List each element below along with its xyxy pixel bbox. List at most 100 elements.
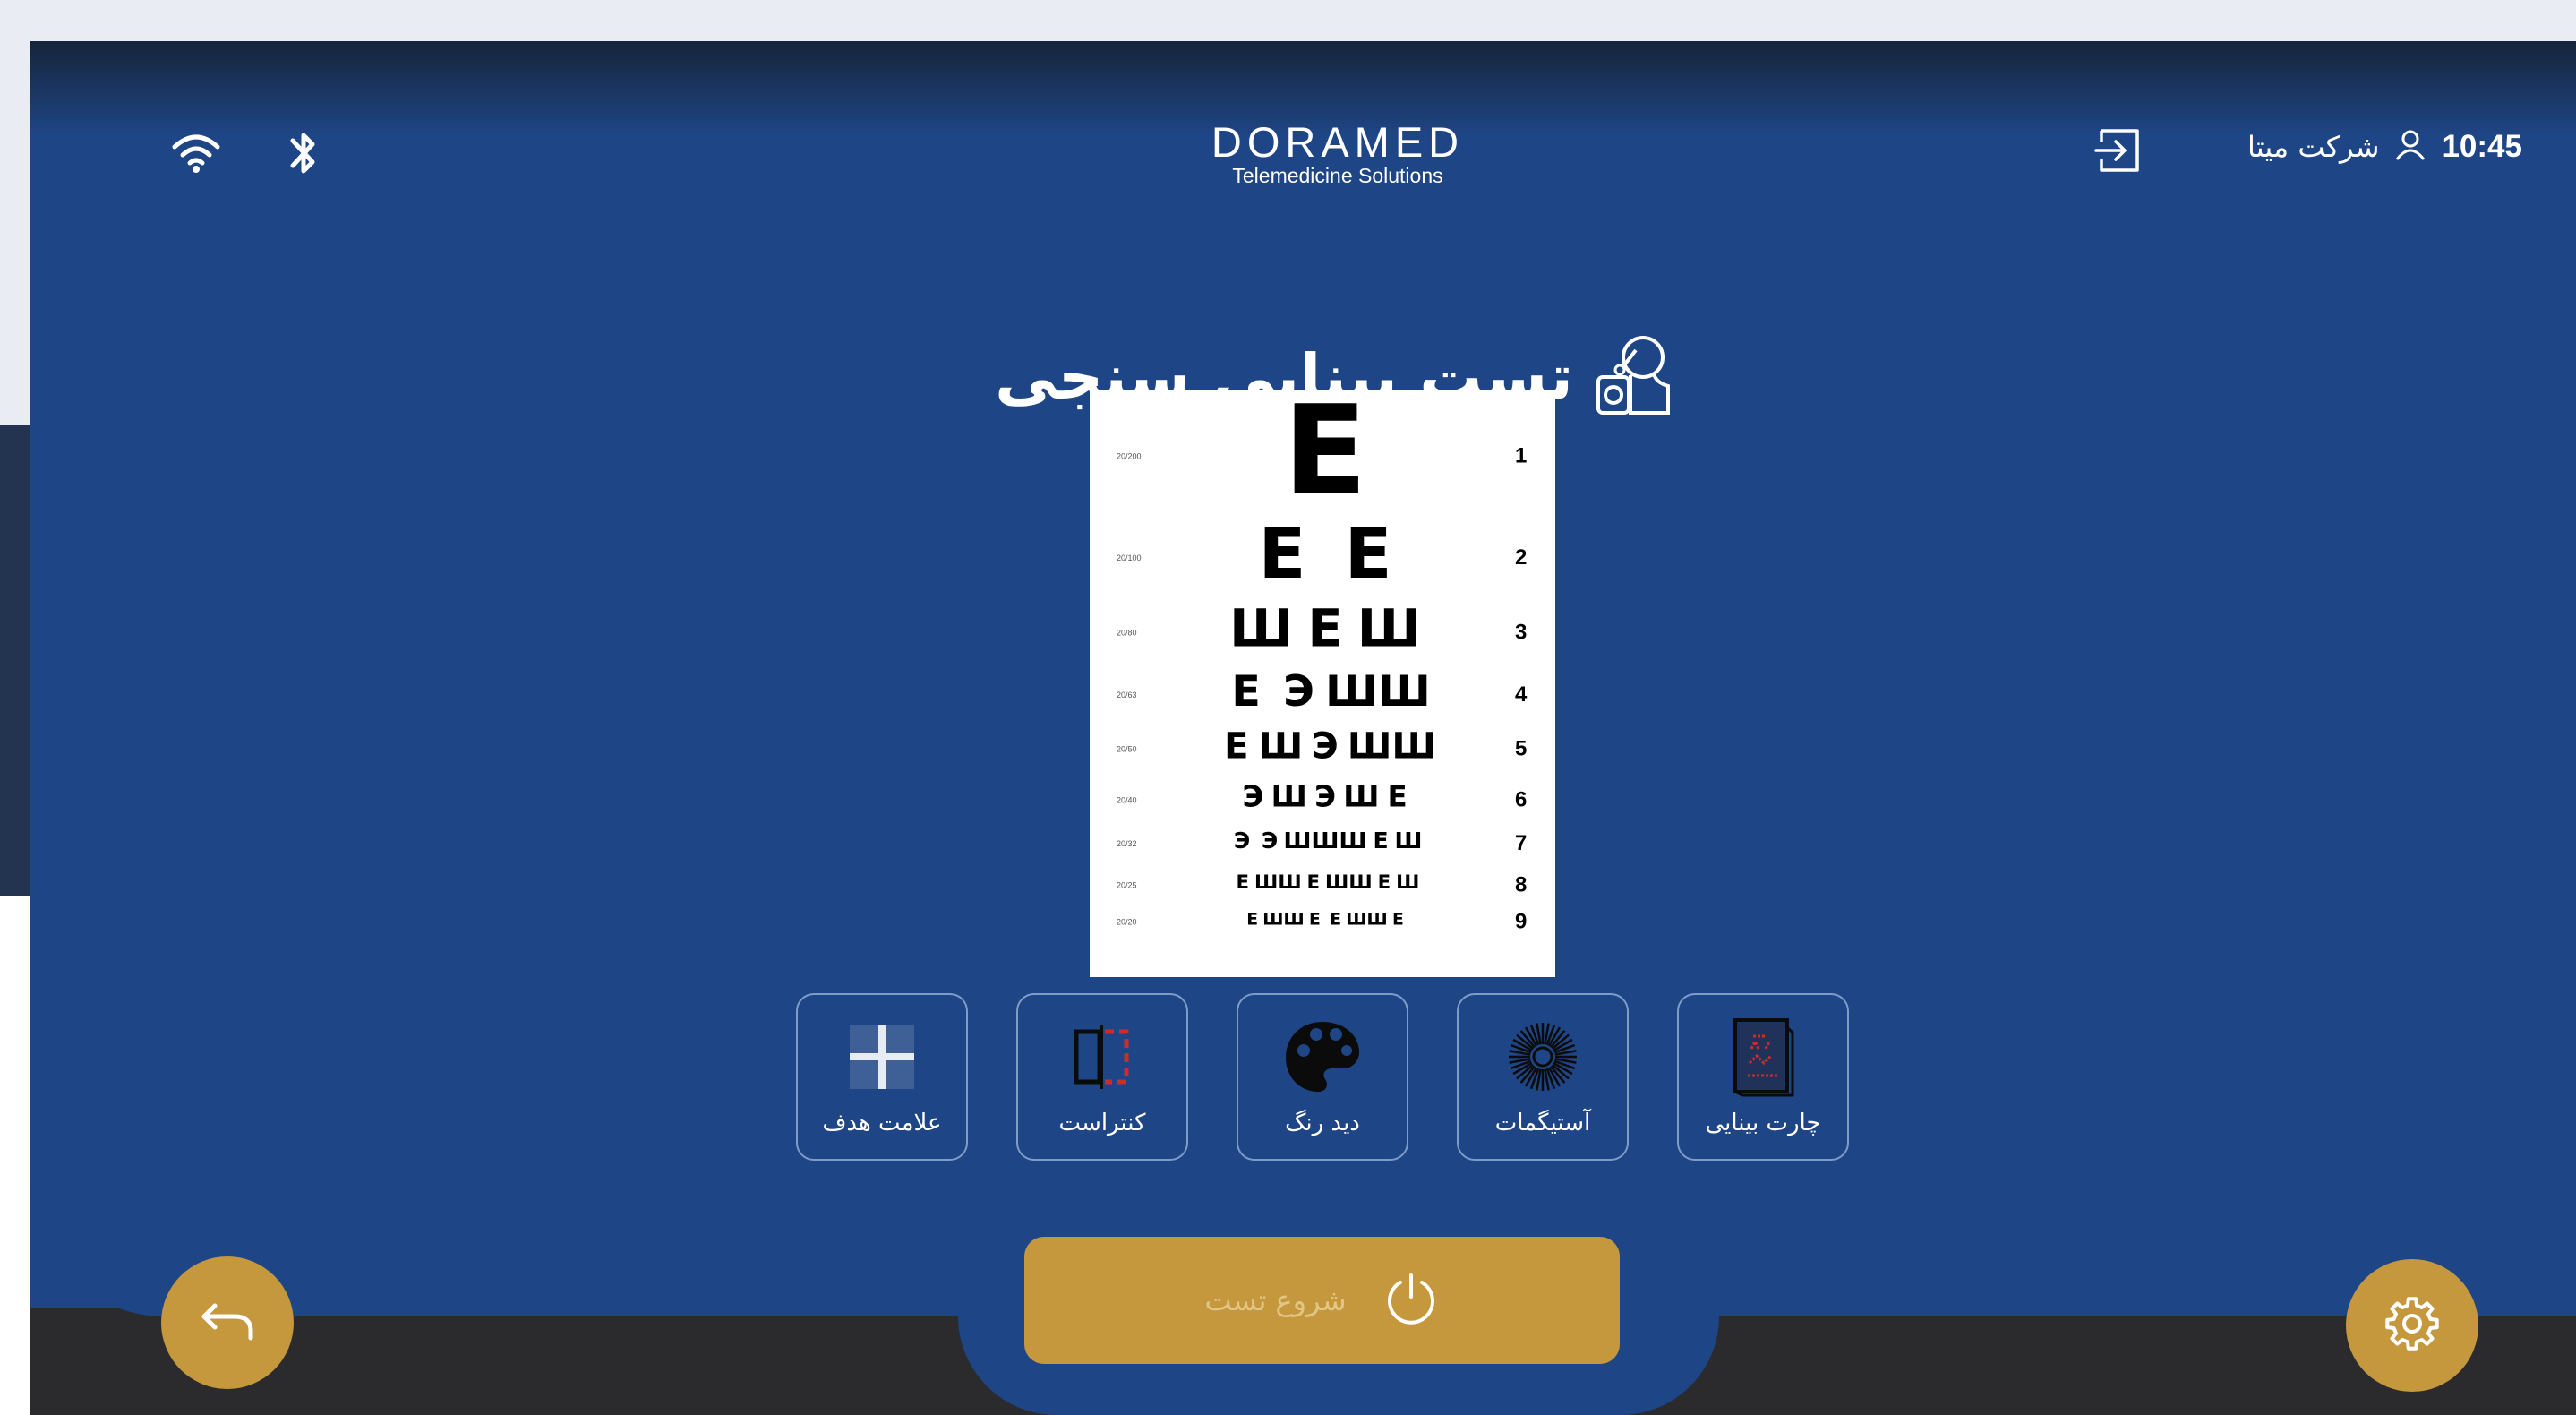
clock: 10:45 xyxy=(2442,129,2522,164)
status-icons xyxy=(169,126,330,180)
brand-logo: DORAMED Telemedicine Solutions xyxy=(1194,118,1481,186)
chart-row-number: 7 xyxy=(1515,831,1527,855)
company-name: شرکت میتا xyxy=(2247,130,2380,164)
chart-row-number: 6 xyxy=(1515,787,1527,811)
back-button[interactable] xyxy=(161,1256,294,1389)
chart-letter: Ш xyxy=(1357,599,1421,659)
chart-letter: Э xyxy=(1262,828,1278,853)
chart-letter: Е xyxy=(1378,871,1391,894)
chart-row-number: 8 xyxy=(1515,872,1527,896)
chart-acuity-label: 20/200 xyxy=(1117,452,1142,461)
chart-letter: Е xyxy=(1237,871,1250,894)
chart-letter: Ш xyxy=(1367,910,1388,929)
chart-letter: Ш xyxy=(1343,780,1379,814)
chart-letter: Ш xyxy=(1284,910,1305,929)
chart-letter: Э xyxy=(1283,667,1314,716)
vision-chart-icon xyxy=(1723,1016,1803,1097)
tile-label: چارت بینایی xyxy=(1705,1110,1821,1136)
chart-letter: Е xyxy=(1387,780,1407,814)
tile-label: دید رنگ xyxy=(1285,1110,1360,1136)
chart-letter: Ш xyxy=(1325,667,1378,716)
chart-letter: Ш xyxy=(1339,828,1367,853)
chart-letter: Ш xyxy=(1391,725,1435,767)
chart-letter: Э xyxy=(1314,780,1336,814)
chart-letter: Ш xyxy=(1395,828,1423,853)
device-screen: DORAMED Telemedicine Solutions شرکت میتا… xyxy=(30,41,2576,1415)
chart-letter: Ш xyxy=(1378,667,1431,716)
chart-letter: Е xyxy=(1307,871,1321,894)
color-vision-tile[interactable]: دید رنگ xyxy=(1237,993,1408,1161)
white-side-strip xyxy=(0,896,30,1415)
logo-subtitle: Telemedicine Solutions xyxy=(1232,164,1443,187)
chart-letter: Ш xyxy=(1229,599,1293,659)
chart-letter: Ш xyxy=(1346,910,1366,929)
chart-letter: Е xyxy=(1392,910,1404,929)
astigmatism-tile[interactable]: آستیگمات xyxy=(1457,993,1629,1161)
eye-chart-svg: E 120/200Е Е 220/100Ш Е Ш 320/80Е Э Ш Ш 420/63Е Ш Э Ш… xyxy=(1117,380,1528,934)
chart-letter: Ш xyxy=(1396,871,1419,894)
chart-letter: Ш xyxy=(1348,871,1372,894)
chart-row-number: 1 xyxy=(1515,444,1527,468)
chart-letter: Е xyxy=(1246,910,1258,929)
tile-label: کنتراست xyxy=(1058,1110,1146,1136)
chart-letter: Е xyxy=(1307,599,1342,659)
chart-acuity-label: 20/40 xyxy=(1117,795,1137,804)
target-mark-tile[interactable]: علامت هدف xyxy=(796,993,968,1161)
settings-button[interactable] xyxy=(2346,1259,2478,1392)
palette-icon xyxy=(1282,1016,1363,1097)
tool-tiles: علامت هدف کنتراست دید رنگ آستیگمات چارت … xyxy=(796,993,1849,1161)
tile-label: آستیگمات xyxy=(1494,1110,1591,1136)
user-icon[interactable] xyxy=(2395,129,2426,165)
chart-row-number: 3 xyxy=(1515,620,1527,644)
gear-hub xyxy=(2402,1314,2422,1334)
eye-chart: E 1 20/200 Е Е 2 20/100 Ш Е Ш 3 20/80 Е Э Ш Ш 4 20/63 Е Ш Э Ш… xyxy=(1090,380,1555,977)
chart-letter: Е xyxy=(1309,910,1321,929)
chart-letter: Ш xyxy=(1262,910,1283,929)
wifi-icon[interactable] xyxy=(169,126,223,180)
power-icon xyxy=(1382,1270,1440,1331)
chart-acuity-label: 20/20 xyxy=(1117,917,1137,926)
chart-acuity-label: 20/63 xyxy=(1117,690,1137,699)
contrast-icon xyxy=(1062,1016,1143,1097)
start-test-label: شروع تست xyxy=(1204,1283,1347,1317)
chart-letter: Ш xyxy=(1284,828,1312,853)
user-area: شرکت میتا 10:45 xyxy=(2247,129,2522,165)
chart-letter: Ш xyxy=(1259,725,1303,767)
chart-row-number: 4 xyxy=(1515,682,1528,707)
chart-row-number: 2 xyxy=(1515,545,1527,570)
chart-letter: Ш xyxy=(1254,871,1278,894)
chart-letter: E xyxy=(1283,390,1367,523)
vision-chart-tile[interactable]: چارت بینایی xyxy=(1677,993,1849,1161)
gear-icon xyxy=(2382,1293,2443,1358)
bluetooth-icon[interactable] xyxy=(277,126,330,180)
chart-acuity-label: 20/25 xyxy=(1117,880,1137,889)
chart-letter: Ш xyxy=(1278,871,1301,894)
chart-acuity-label: 20/80 xyxy=(1117,628,1137,637)
chart-letter: Е xyxy=(1224,725,1248,767)
tile-label: علامت هدف xyxy=(822,1110,942,1136)
chart-letter: Э xyxy=(1242,780,1263,814)
chart-letter: Э xyxy=(1234,828,1250,853)
chart-acuity-label: 20/50 xyxy=(1117,745,1137,754)
chart-letter: Е xyxy=(1345,514,1392,595)
chart-row-number: 5 xyxy=(1515,737,1527,761)
logout-icon[interactable] xyxy=(2094,125,2148,179)
target-cross-icon xyxy=(842,1016,922,1097)
logo-title: DORAMED xyxy=(1211,118,1465,166)
eye-exam-icon xyxy=(1591,330,1681,424)
chart-letter: Е xyxy=(1330,910,1341,929)
start-test-button[interactable]: شروع تست xyxy=(1024,1237,1620,1364)
chart-letter: Ш xyxy=(1312,828,1339,853)
back-arrow-icon xyxy=(199,1299,256,1347)
chart-row-number: 9 xyxy=(1515,909,1527,933)
chart-letter: Ш xyxy=(1325,871,1348,894)
chart-letter: Е xyxy=(1231,667,1260,716)
chart-acuity-label: 20/32 xyxy=(1117,839,1137,848)
astigmatism-center xyxy=(1532,1046,1553,1068)
astigmatism-icon xyxy=(1502,1016,1583,1097)
chart-acuity-label: 20/100 xyxy=(1117,553,1142,562)
gear-outline xyxy=(2385,1297,2439,1351)
chart-letter: Е xyxy=(1373,828,1388,853)
contrast-tile[interactable]: کنتراست xyxy=(1016,993,1188,1161)
chart-letter: Э xyxy=(1312,725,1338,767)
